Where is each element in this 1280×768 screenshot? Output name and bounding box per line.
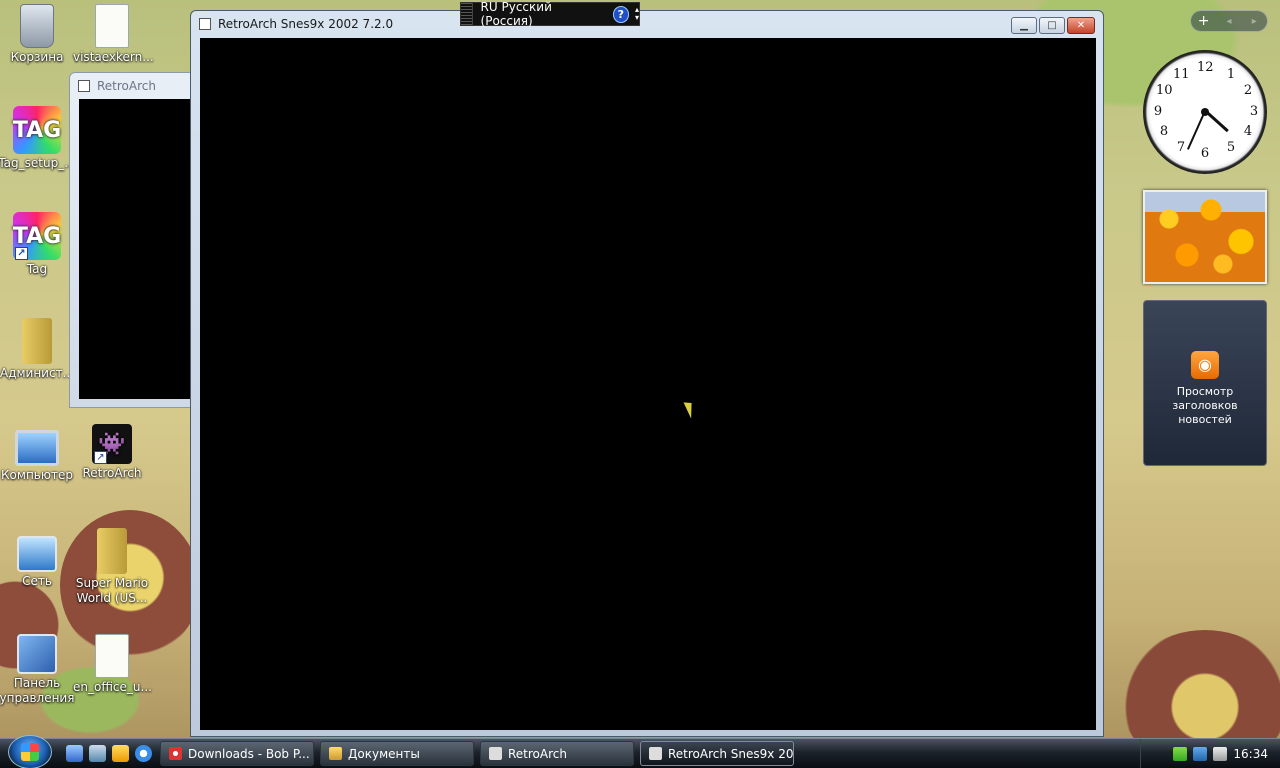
clock-number: 6 [1200,146,1210,161]
minimize-icon: ▁ [1020,20,1028,31]
clock-number: 9 [1153,104,1163,119]
taskbar-button-label: RetroArch Snes9x 20... [668,746,794,761]
clock-center [1201,108,1209,116]
system-tray: 16:34 [1140,739,1280,768]
retroarch-icon [78,80,90,92]
clock-number: 4 [1243,124,1253,139]
retroarch-snes9x-window[interactable]: RetroArch Snes9x 2002 7.2.0 ▁ □ ✕ [190,10,1104,737]
desktop-icon-admin[interactable]: Админист... [0,318,76,381]
desktop-icon-tag[interactable]: TAG ↗ Tag [0,212,76,277]
media-player-icon[interactable] [112,745,129,762]
clock-number: 5 [1226,140,1236,155]
zip-folder-icon [97,528,127,574]
clock-gadget[interactable]: 12 1 2 3 4 5 6 7 8 9 10 11 [1143,50,1267,174]
desktop-icon-tag-setup[interactable]: TAG Tag_setup_... [0,106,76,171]
control-panel-icon [17,634,57,674]
start-button[interactable] [8,734,52,768]
window-title: RetroArch [97,79,156,93]
desktop-icon-recycle-bin[interactable]: Корзина [0,4,76,65]
close-icon: ✕ [1076,20,1086,31]
app-icon [199,18,211,30]
taskbar-button-documents[interactable]: Документы [320,741,474,766]
sidebar-controls: + ◂ ▸ [1190,10,1268,32]
taskbar-button-retroarch-snes9x[interactable]: RetroArch Snes9x 20... [640,741,794,766]
internet-explorer-icon[interactable] [135,745,152,762]
network-icon [17,536,57,572]
browser-icon [169,747,182,760]
desktop-icon-computer[interactable]: Компьютер [0,424,76,483]
windows-logo-icon [21,742,39,761]
maximize-icon: □ [1047,20,1057,31]
maximize-button[interactable]: □ [1039,17,1065,34]
clock-number: 2 [1243,83,1253,98]
file-icon [95,4,129,48]
desktop-icon-control-panel[interactable]: Панель управления [0,634,76,706]
clock-minute-hand [1187,110,1206,150]
previous-page-button[interactable]: ◂ [1216,16,1241,27]
shortcut-arrow-icon: ↗ [94,451,107,464]
tag-icon: TAG ↗ [13,212,61,260]
show-desktop-icon[interactable] [66,745,83,762]
window-title: RetroArch Snes9x 2002 7.2.0 [218,17,394,31]
retroarch-icon [649,747,662,760]
clock-number: 1 [1226,67,1236,82]
clock-number: 10 [1156,83,1173,98]
recycle-bin-icon [20,4,54,48]
file-icon [95,634,129,678]
taskbar-button-label: Документы [348,746,420,761]
retroarch-icon [489,747,502,760]
language-bar-options-icon[interactable]: ▴ ▾ [635,6,639,22]
minimize-button[interactable]: ▁ [1011,17,1037,34]
switch-windows-icon[interactable] [89,745,106,762]
taskbar-clock[interactable]: 16:34 [1233,747,1268,761]
clock-number: 8 [1159,124,1169,139]
desktop-icon-vistaexkern[interactable]: vistaexkern... [73,4,154,65]
clock-number: 11 [1173,67,1190,82]
rss-icon: ◉ [1191,351,1219,379]
language-bar[interactable]: RU Русский (Россия) ? ▴ ▾ [460,0,640,28]
volume-muted-icon[interactable] [1213,747,1228,761]
close-button[interactable]: ✕ [1067,17,1095,34]
window-titlebar[interactable]: RetroArch [70,73,198,99]
computer-icon [15,430,59,466]
retroarch-icon: 👾 ↗ [92,424,132,464]
retroarch-background-window[interactable]: RetroArch [69,72,199,408]
desktop-icon-retroarch[interactable]: 👾 ↗ RetroArch [73,424,151,481]
feed-gadget-text: Просмотр заголовков новостей [1172,385,1238,426]
window-titlebar[interactable]: RetroArch Snes9x 2002 7.2.0 [191,11,1103,37]
antivirus-icon[interactable] [1173,747,1188,761]
input-language-label[interactable]: RU Русский (Россия) [481,0,603,28]
quick-launch [66,745,152,762]
taskbar-button-retroarch[interactable]: RetroArch [480,741,634,766]
game-display-area[interactable] [200,38,1096,730]
language-bar-grip[interactable] [461,3,473,25]
window-content[interactable] [79,99,198,399]
add-gadget-button[interactable]: + [1191,13,1216,29]
next-page-button[interactable]: ▸ [1242,16,1267,27]
slideshow-gadget[interactable] [1143,190,1267,284]
feed-headlines-gadget[interactable]: ◉ Просмотр заголовков новостей [1143,300,1267,466]
help-icon[interactable]: ? [612,5,629,23]
taskbar-button-label: Downloads - Bob P... [188,746,310,761]
folder-icon [22,318,52,364]
desktop-icon-en-office[interactable]: en_office_u... [73,634,152,695]
window-controls: ▁ □ ✕ [1011,17,1095,34]
taskbar: Downloads - Bob P... Документы RetroArch… [0,734,1280,768]
clock-number: 12 [1197,60,1214,75]
tag-setup-icon: TAG [13,106,61,154]
network-status-icon[interactable] [1193,747,1208,761]
clock-number: 3 [1249,104,1259,119]
folder-icon [329,747,342,760]
taskbar-button-label: RetroArch [508,746,567,761]
desktop-icon-network[interactable]: Сеть [0,530,76,589]
taskbar-button-downloads[interactable]: Downloads - Bob P... [160,741,314,766]
shortcut-arrow-icon: ↗ [15,247,28,260]
desktop-icon-super-mario[interactable]: Super Mario World (US... [73,528,151,606]
